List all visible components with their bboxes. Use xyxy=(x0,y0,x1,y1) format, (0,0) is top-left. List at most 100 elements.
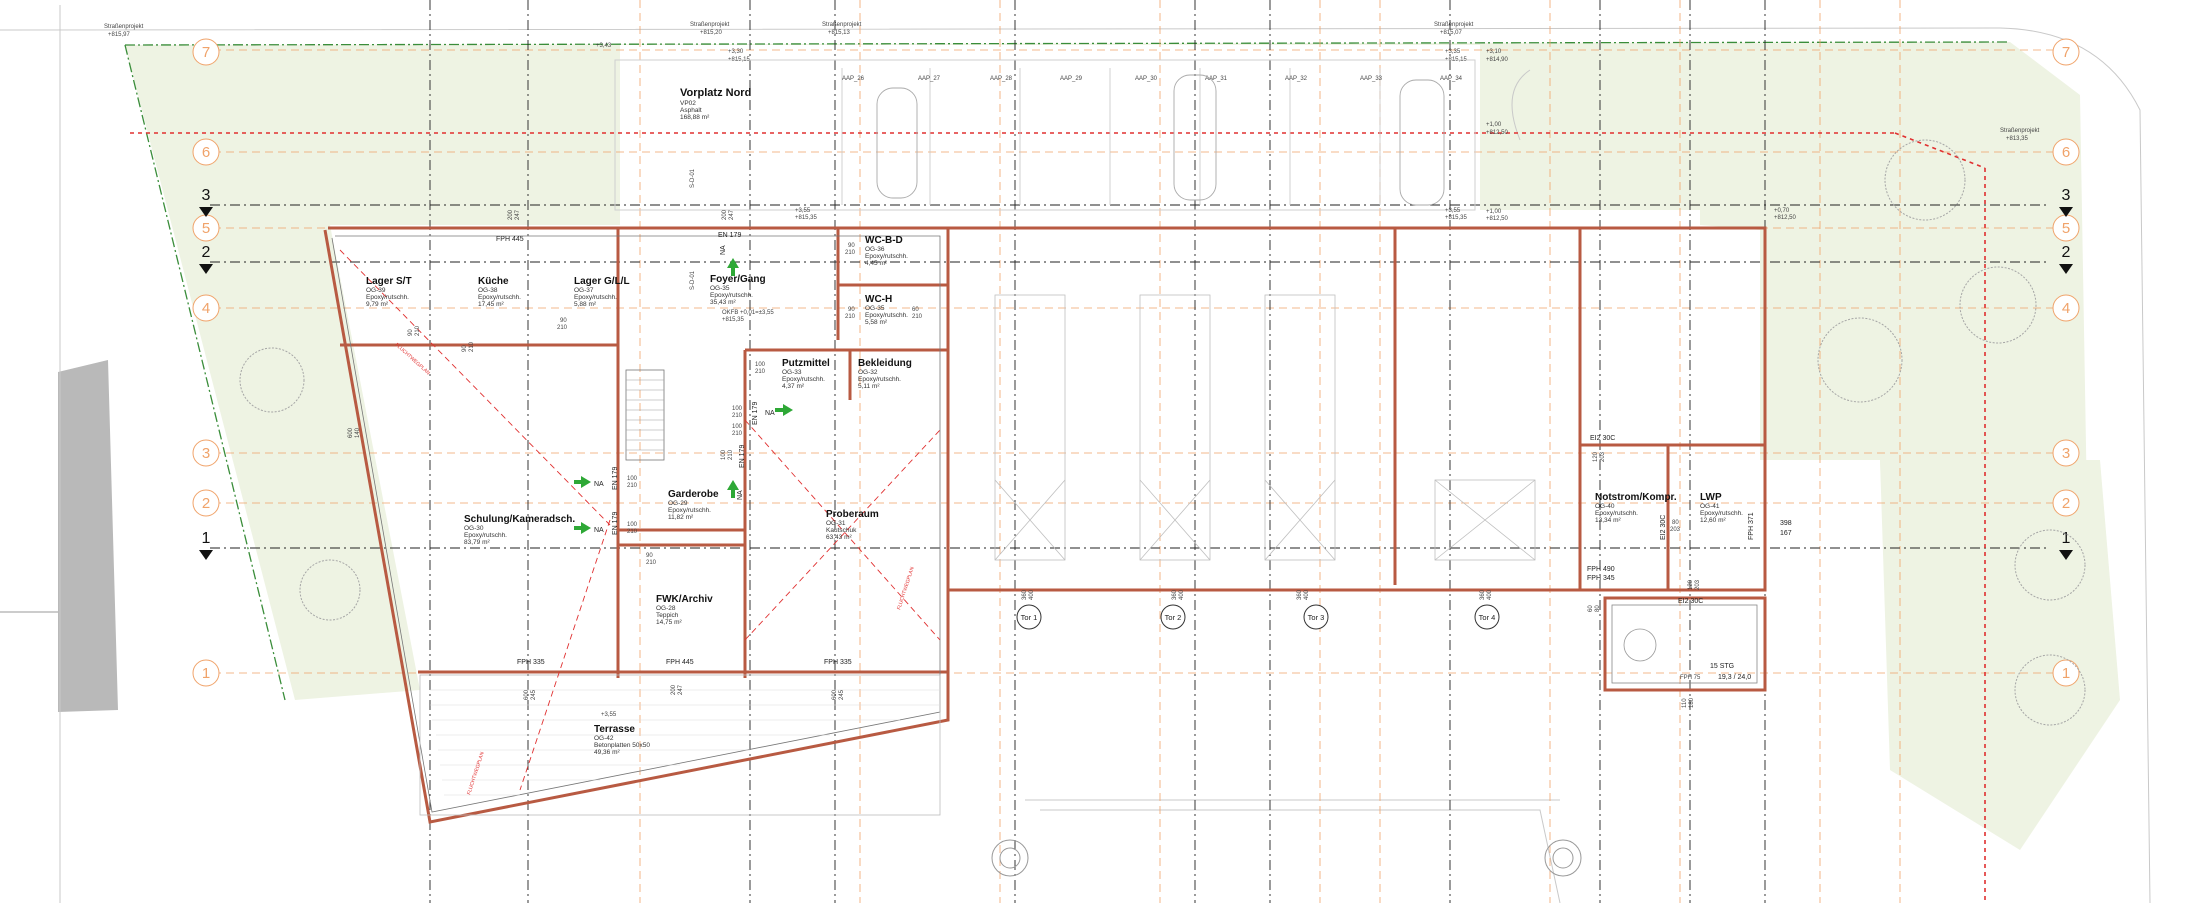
svg-text:13,34 m²: 13,34 m² xyxy=(1595,517,1621,524)
gate-2: Tor 2 xyxy=(1160,604,1186,630)
floor-plan: 7 6 5 4 3 2 1 7 6 5 4 3 2 1 3 2 1 3 2 1 xyxy=(0,0,2151,903)
svg-text:Schulung/Kameradsch.: Schulung/Kameradsch. xyxy=(464,514,575,525)
fph371-label: FPH 371 xyxy=(1748,512,1755,540)
ei30c-label-b: EI2 30C xyxy=(1660,515,1667,540)
svg-text:5,11 m²: 5,11 m² xyxy=(858,383,880,390)
svg-text:4: 4 xyxy=(2062,300,2070,317)
escape-label-3: FLUCHTWEGPLAN xyxy=(896,566,916,611)
svg-text:210: 210 xyxy=(755,369,766,375)
row-marker-left-4: 4 xyxy=(192,294,220,322)
svg-text:5,58 m²: 5,58 m² xyxy=(865,319,888,326)
svg-text:4,37 m²: 4,37 m² xyxy=(782,383,805,390)
na-label-left-1: NA xyxy=(594,481,604,488)
tech-stair xyxy=(1611,604,1758,684)
svg-text:210: 210 xyxy=(415,325,421,336)
svg-text:80: 80 xyxy=(1672,520,1679,526)
svg-text:3: 3 xyxy=(2062,445,2070,462)
svg-text:247: 247 xyxy=(515,209,521,220)
svg-text:Lager S/T: Lager S/T xyxy=(366,276,412,287)
svg-text:245: 245 xyxy=(531,689,537,700)
svg-text:Garderobe: Garderobe xyxy=(668,489,719,500)
parking-area: AAP_26 AAP_27 AAP_28 AAP_29 AAP_30 AAP_3… xyxy=(614,59,1476,290)
svg-text:1: 1 xyxy=(202,665,210,682)
terrace-tiles xyxy=(430,689,940,796)
svg-text:100: 100 xyxy=(732,406,743,412)
parking-label-27: AAP_27 xyxy=(918,76,941,82)
svg-text:WC-H: WC-H xyxy=(865,294,892,305)
room-archiv: FWK/Archiv OG-28 Teppich 14,75 m² xyxy=(656,594,713,626)
green-zone-main xyxy=(125,42,2090,700)
ei30c-label-a: EI2 30C xyxy=(1590,435,1615,442)
svg-text:203: 203 xyxy=(1670,527,1681,533)
svg-text:600: 600 xyxy=(524,689,530,700)
svg-text:63,43 m²: 63,43 m² xyxy=(826,534,852,541)
svg-text:90: 90 xyxy=(462,345,468,352)
svg-text:110: 110 xyxy=(1682,698,1688,708)
room-wc-h: WC-H OG-35 Epoxy/rutschh. 5,58 m² xyxy=(865,294,908,326)
svg-text:210: 210 xyxy=(646,560,657,566)
svg-text:210: 210 xyxy=(627,483,638,489)
svg-text:11,82 m²: 11,82 m² xyxy=(668,514,694,521)
axis-left-1: 1 xyxy=(202,530,211,547)
svg-text:200: 200 xyxy=(508,209,514,220)
svg-text:OG-32: OG-32 xyxy=(858,369,878,376)
svg-text:OG-41: OG-41 xyxy=(1700,503,1720,510)
svg-text:+814,90: +814,90 xyxy=(1486,57,1509,63)
fph-label-left: FPH 335 xyxy=(517,659,545,666)
fph-label-right: FPH 335 xyxy=(824,659,852,666)
green-zone-right-bottom xyxy=(1880,460,2120,850)
dim-398: 398 xyxy=(1780,520,1792,527)
level-100: +1,00 xyxy=(1486,209,1502,215)
svg-text:Tor 2: Tor 2 xyxy=(1165,613,1182,622)
svg-text:Lager G/L/L: Lager G/L/L xyxy=(574,276,630,287)
svg-text:Putzmittel: Putzmittel xyxy=(782,358,830,369)
en179-label-d: EN 179 xyxy=(739,445,746,468)
svg-text:210: 210 xyxy=(728,449,734,460)
garage-bays xyxy=(994,294,1536,561)
level-oktfb-2: +815,35 xyxy=(722,317,745,323)
car-1 xyxy=(876,87,918,199)
parking-label-29: AAP_29 xyxy=(1060,76,1083,82)
svg-text:Epoxy/rutschh.: Epoxy/rutschh. xyxy=(478,294,521,301)
svg-text:2: 2 xyxy=(2062,495,2070,512)
svg-text:9,79 m²: 9,79 m² xyxy=(366,301,389,308)
svg-text:210: 210 xyxy=(627,529,638,535)
outer-wall-garage xyxy=(948,226,1767,592)
svg-text:203: 203 xyxy=(1695,579,1701,590)
fph345-label: FPH 345 xyxy=(1587,575,1615,582)
room-foyer: Foyer/Gang OG-35 Epoxy/rutschh. 35,43 m² xyxy=(710,274,766,306)
svg-text:90: 90 xyxy=(848,307,855,313)
neighbour-building xyxy=(58,360,118,712)
car-3 xyxy=(1399,79,1445,206)
row-marker-left-3: 3 xyxy=(192,439,220,467)
room-terrasse: Terrasse OG-42 Betonplatten 50x50 49,36 … xyxy=(594,724,650,756)
svg-text:OG-40: OG-40 xyxy=(1595,503,1615,510)
axis-left-3: 3 xyxy=(202,187,211,204)
svg-text:Vorplatz Nord: Vorplatz Nord xyxy=(680,87,751,99)
escape-label-1: FLUCHTWEGPLAN xyxy=(394,342,432,377)
room-lager-gll: Lager G/L/L OG-37 Epoxy/rutschh. 5,88 m² xyxy=(574,276,630,308)
vorplatz-outline xyxy=(614,59,1476,211)
svg-text:Asphalt: Asphalt xyxy=(680,107,702,114)
svg-text:OG-30: OG-30 xyxy=(464,525,484,532)
svg-text:+3,30: +3,30 xyxy=(728,49,744,55)
svg-text:6: 6 xyxy=(202,144,210,161)
row-marker-right-1: 1 xyxy=(2052,659,2080,687)
gate-4: Tor 4 xyxy=(1474,604,1500,630)
svg-text:Straßenprojekt: Straßenprojekt xyxy=(822,22,862,28)
svg-text:VP02: VP02 xyxy=(680,100,696,107)
row-marker-right-3: 3 xyxy=(2052,439,2080,467)
svg-text:+3,35: +3,35 xyxy=(1445,49,1461,55)
axis-left-2: 2 xyxy=(202,244,211,261)
parking-label-32: AAP_32 xyxy=(1285,76,1308,82)
svg-text:7: 7 xyxy=(202,44,210,61)
svg-text:OG-35: OG-35 xyxy=(865,305,885,312)
svg-text:Bekleidung: Bekleidung xyxy=(858,358,912,369)
axis-right-3: 3 xyxy=(2062,187,2071,204)
na-arrow-left-1 xyxy=(574,476,591,488)
door-dimensions: 90 210 90 210 90 210 90 210 90 210 60 21… xyxy=(348,209,1701,708)
svg-text:Teppich: Teppich xyxy=(656,612,679,619)
level-81250: +812,50 xyxy=(1774,215,1797,221)
row-marker-left-5: 5 xyxy=(192,214,220,242)
fph-label-mid: FPH 445 xyxy=(666,659,694,666)
